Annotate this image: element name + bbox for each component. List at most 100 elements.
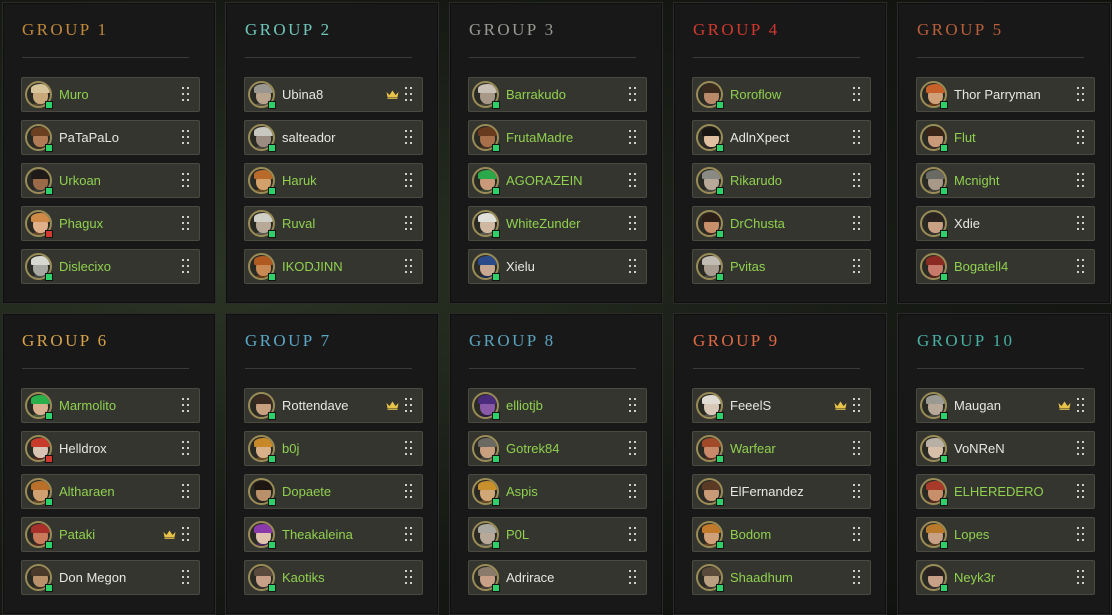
- member-row[interactable]: Shaadhum: [692, 560, 871, 595]
- member-row[interactable]: Marmolito: [21, 388, 200, 423]
- drag-handle-icon[interactable]: [853, 216, 861, 231]
- drag-handle-icon[interactable]: [405, 441, 413, 456]
- drag-handle-icon[interactable]: [853, 259, 861, 274]
- member-row[interactable]: FrutaMadre: [468, 120, 647, 155]
- drag-handle-icon[interactable]: [405, 216, 413, 231]
- member-row[interactable]: Don Megon: [21, 560, 200, 595]
- member-row[interactable]: Rikarudo: [692, 163, 871, 198]
- drag-handle-icon[interactable]: [629, 173, 637, 188]
- drag-handle-icon[interactable]: [853, 441, 861, 456]
- member-row[interactable]: Aspis: [468, 474, 647, 509]
- drag-handle-icon[interactable]: [182, 441, 190, 456]
- member-row[interactable]: WhiteZunder: [468, 206, 647, 241]
- drag-handle-icon[interactable]: [405, 87, 413, 102]
- drag-handle-icon[interactable]: [629, 87, 637, 102]
- drag-handle-icon[interactable]: [1077, 130, 1085, 145]
- drag-handle-icon[interactable]: [405, 259, 413, 274]
- drag-handle-icon[interactable]: [853, 173, 861, 188]
- member-row[interactable]: Urkoan: [21, 163, 200, 198]
- drag-handle-icon[interactable]: [1077, 527, 1085, 542]
- drag-handle-icon[interactable]: [629, 259, 637, 274]
- member-row[interactable]: FeeelS: [692, 388, 871, 423]
- drag-handle-icon[interactable]: [182, 570, 190, 585]
- member-row[interactable]: Roroflow: [692, 77, 871, 112]
- drag-handle-icon[interactable]: [405, 398, 413, 413]
- member-row[interactable]: Kaotiks: [244, 560, 423, 595]
- drag-handle-icon[interactable]: [629, 216, 637, 231]
- drag-handle-icon[interactable]: [853, 398, 861, 413]
- member-row[interactable]: Phagux: [21, 206, 200, 241]
- drag-handle-icon[interactable]: [1077, 441, 1085, 456]
- member-row[interactable]: Thor Parryman: [916, 77, 1095, 112]
- drag-handle-icon[interactable]: [1077, 173, 1085, 188]
- member-row[interactable]: ELHEREDERO: [916, 474, 1095, 509]
- drag-handle-icon[interactable]: [182, 216, 190, 231]
- member-row[interactable]: AGORAZEIN: [468, 163, 647, 198]
- member-row[interactable]: Xdie: [916, 206, 1095, 241]
- drag-handle-icon[interactable]: [629, 570, 637, 585]
- drag-handle-icon[interactable]: [853, 130, 861, 145]
- member-row[interactable]: IKODJINN: [244, 249, 423, 284]
- drag-handle-icon[interactable]: [182, 484, 190, 499]
- member-row[interactable]: Gotrek84: [468, 431, 647, 466]
- drag-handle-icon[interactable]: [182, 398, 190, 413]
- drag-handle-icon[interactable]: [182, 87, 190, 102]
- member-row[interactable]: salteador: [244, 120, 423, 155]
- drag-handle-icon[interactable]: [629, 527, 637, 542]
- drag-handle-icon[interactable]: [1077, 216, 1085, 231]
- drag-handle-icon[interactable]: [1077, 398, 1085, 413]
- member-row[interactable]: P0L: [468, 517, 647, 552]
- member-row[interactable]: Lopes: [916, 517, 1095, 552]
- member-row[interactable]: Xielu: [468, 249, 647, 284]
- member-row[interactable]: Haruk: [244, 163, 423, 198]
- member-row[interactable]: Neyk3r: [916, 560, 1095, 595]
- drag-handle-icon[interactable]: [405, 527, 413, 542]
- drag-handle-icon[interactable]: [405, 173, 413, 188]
- member-row[interactable]: Dopaete: [244, 474, 423, 509]
- member-row[interactable]: Maugan: [916, 388, 1095, 423]
- member-row[interactable]: Barrakudo: [468, 77, 647, 112]
- drag-handle-icon[interactable]: [629, 441, 637, 456]
- drag-handle-icon[interactable]: [853, 570, 861, 585]
- member-row[interactable]: Pvitas: [692, 249, 871, 284]
- member-row[interactable]: AdlnXpect: [692, 120, 871, 155]
- member-row[interactable]: Dislecixo: [21, 249, 200, 284]
- drag-handle-icon[interactable]: [1077, 259, 1085, 274]
- member-row[interactable]: PaTaPaLo: [21, 120, 200, 155]
- drag-handle-icon[interactable]: [1077, 570, 1085, 585]
- drag-handle-icon[interactable]: [629, 130, 637, 145]
- drag-handle-icon[interactable]: [182, 259, 190, 274]
- drag-handle-icon[interactable]: [405, 130, 413, 145]
- drag-handle-icon[interactable]: [853, 527, 861, 542]
- member-row[interactable]: Pataki: [21, 517, 200, 552]
- drag-handle-icon[interactable]: [405, 484, 413, 499]
- member-row[interactable]: DrChusta: [692, 206, 871, 241]
- member-row[interactable]: Bodom: [692, 517, 871, 552]
- drag-handle-icon[interactable]: [629, 398, 637, 413]
- drag-handle-icon[interactable]: [182, 527, 190, 542]
- drag-handle-icon[interactable]: [629, 484, 637, 499]
- member-row[interactable]: Mcnight: [916, 163, 1095, 198]
- drag-handle-icon[interactable]: [182, 173, 190, 188]
- member-row[interactable]: Ruval: [244, 206, 423, 241]
- drag-handle-icon[interactable]: [853, 87, 861, 102]
- drag-handle-icon[interactable]: [405, 570, 413, 585]
- member-row[interactable]: Bogatell4: [916, 249, 1095, 284]
- member-row[interactable]: Rottendave: [244, 388, 423, 423]
- member-row[interactable]: Altharaen: [21, 474, 200, 509]
- member-row[interactable]: elliotjb: [468, 388, 647, 423]
- drag-handle-icon[interactable]: [1077, 87, 1085, 102]
- member-row[interactable]: Adrirace: [468, 560, 647, 595]
- member-row[interactable]: VoNReN: [916, 431, 1095, 466]
- drag-handle-icon[interactable]: [1077, 484, 1085, 499]
- member-row[interactable]: Muro: [21, 77, 200, 112]
- drag-handle-icon[interactable]: [182, 130, 190, 145]
- member-row[interactable]: Flut: [916, 120, 1095, 155]
- member-row[interactable]: Warfear: [692, 431, 871, 466]
- member-row[interactable]: Helldrox: [21, 431, 200, 466]
- member-row[interactable]: b0j: [244, 431, 423, 466]
- member-row[interactable]: ElFernandez: [692, 474, 871, 509]
- member-row[interactable]: Ubina8: [244, 77, 423, 112]
- member-row[interactable]: Theakaleina: [244, 517, 423, 552]
- drag-handle-icon[interactable]: [853, 484, 861, 499]
